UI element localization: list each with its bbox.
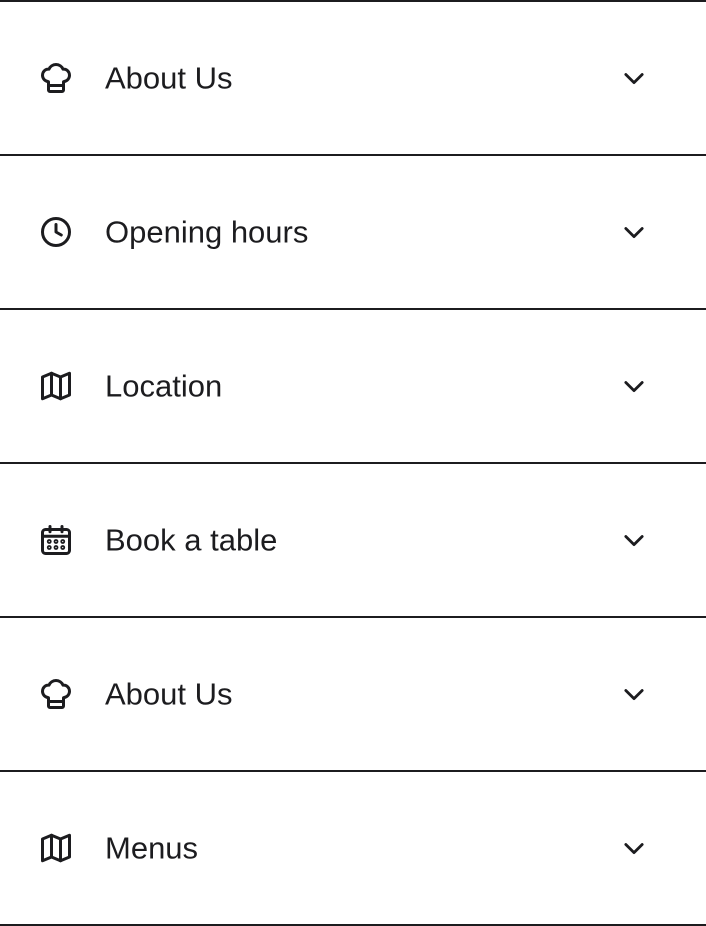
- accordion-item-location[interactable]: Location: [0, 310, 706, 464]
- accordion-item-label: About Us: [105, 676, 233, 712]
- accordion: About Us Opening hours Location Book a t…: [0, 0, 706, 926]
- accordion-item-menus[interactable]: Menus: [0, 772, 706, 926]
- chef-hat-icon: [38, 60, 74, 96]
- chevron-down-icon[interactable]: [620, 64, 648, 92]
- calendar-icon: [38, 522, 74, 558]
- chevron-down-icon[interactable]: [620, 834, 648, 862]
- accordion-item-label: About Us: [105, 60, 233, 96]
- accordion-item-about-us[interactable]: About Us: [0, 2, 706, 156]
- map-icon: [38, 368, 74, 404]
- accordion-item-label: Opening hours: [105, 214, 309, 250]
- map-icon: [38, 830, 74, 866]
- accordion-item-label: Location: [105, 368, 223, 404]
- chevron-down-icon[interactable]: [620, 372, 648, 400]
- accordion-item-book-a-table[interactable]: Book a table: [0, 464, 706, 618]
- accordion-item-about-us[interactable]: About Us: [0, 618, 706, 772]
- chevron-down-icon[interactable]: [620, 680, 648, 708]
- chevron-down-icon[interactable]: [620, 526, 648, 554]
- chevron-down-icon[interactable]: [620, 218, 648, 246]
- accordion-item-opening-hours[interactable]: Opening hours: [0, 156, 706, 310]
- chef-hat-icon: [38, 676, 74, 712]
- accordion-item-label: Book a table: [105, 522, 278, 558]
- accordion-item-label: Menus: [105, 830, 199, 866]
- clock-icon: [38, 214, 74, 250]
